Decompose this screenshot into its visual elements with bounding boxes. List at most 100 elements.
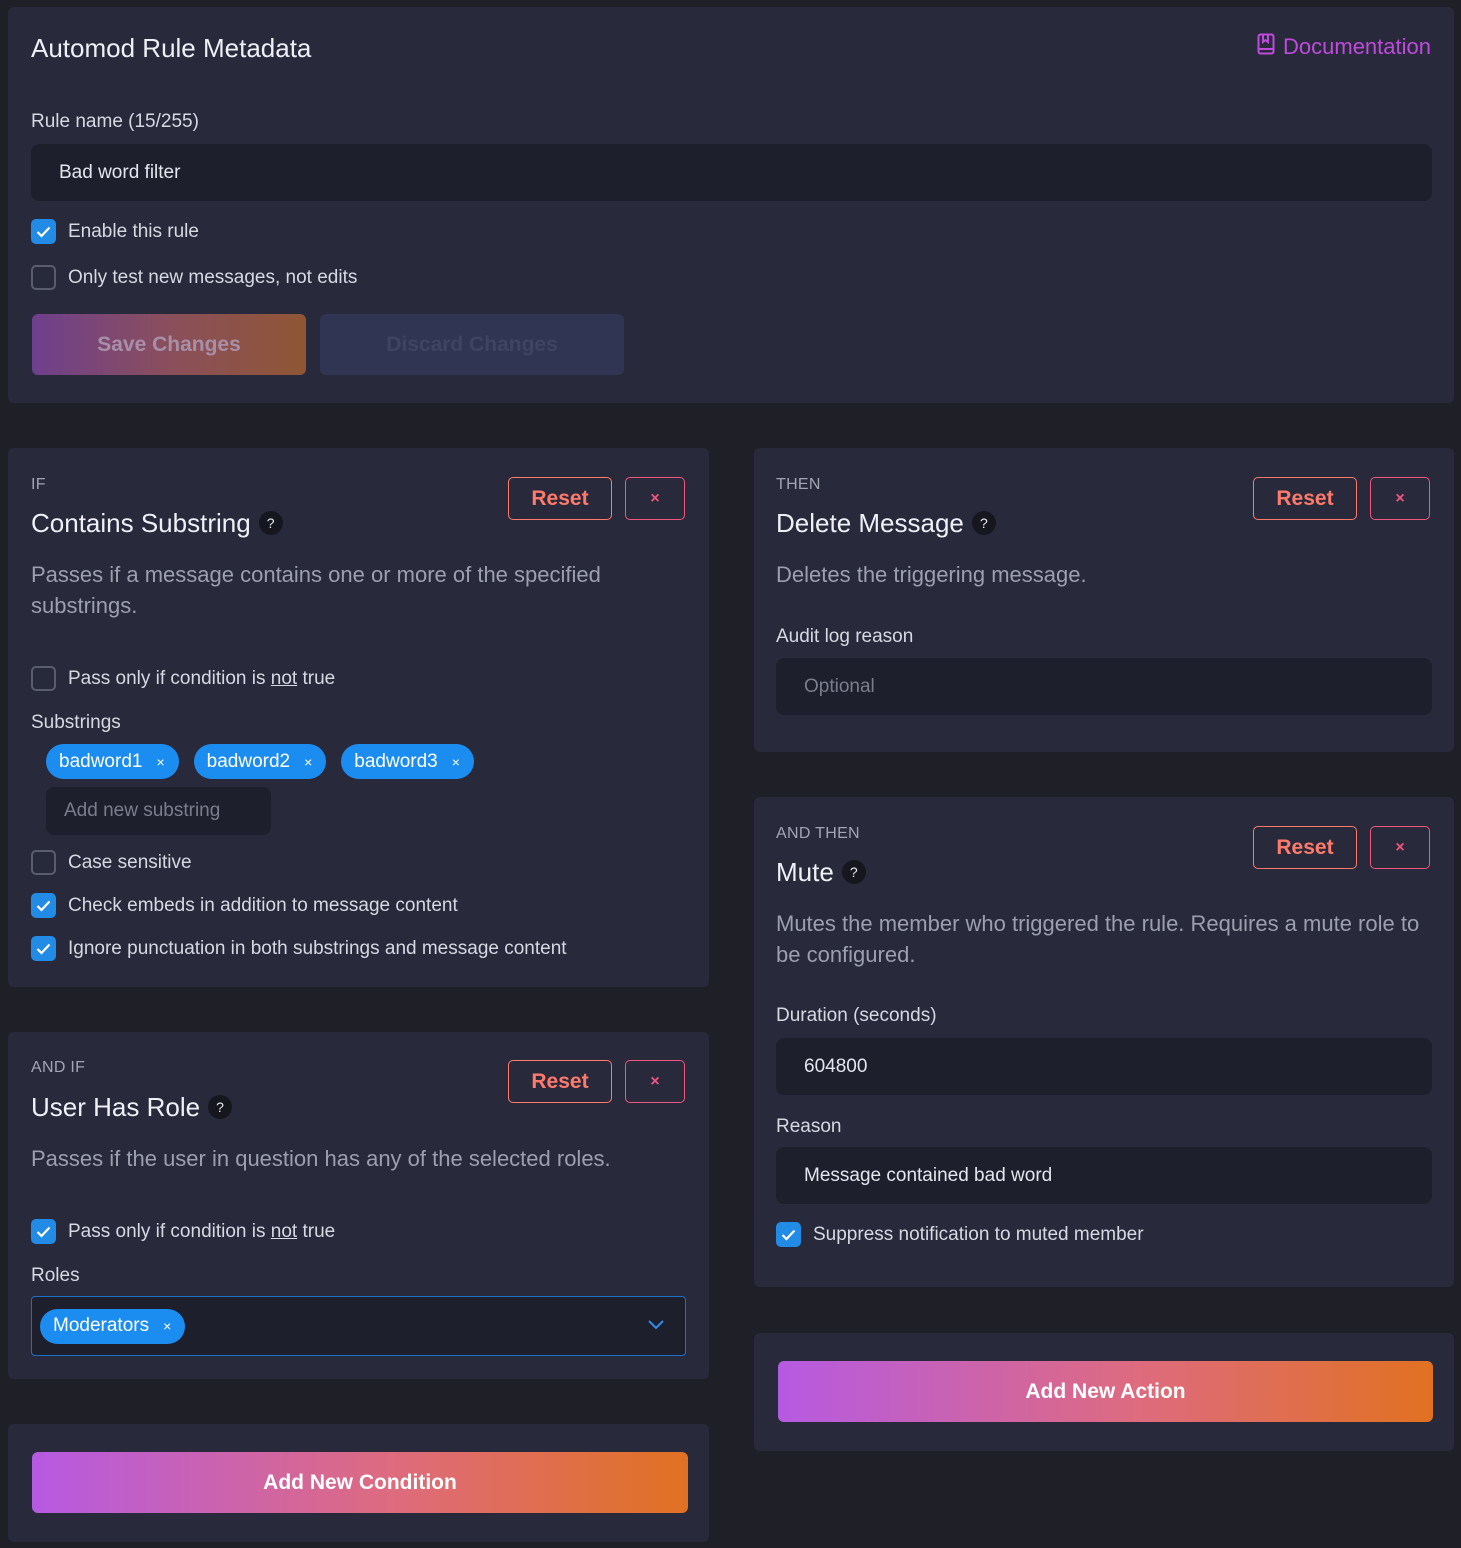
suppress-notification-checkbox[interactable] [776, 1222, 801, 1247]
add-condition-button[interactable]: Add New Condition [32, 1452, 688, 1513]
check-icon [781, 1229, 796, 1241]
rule-name-input[interactable]: Bad word filter [31, 144, 1432, 201]
ignore-punctuation-label: Ignore punctuation in both substrings an… [68, 937, 567, 959]
add-substring-input[interactable]: Add new substring [46, 787, 271, 835]
action-card-mute: AND THEN Mute? Reset × Mutes the member … [754, 797, 1454, 1287]
documentation-label: Documentation [1283, 34, 1431, 59]
check-embeds-row[interactable]: Check embeds in addition to message cont… [31, 893, 458, 918]
condition-kicker: AND IF [31, 1059, 86, 1076]
remove-condition-button[interactable]: × [625, 1060, 685, 1103]
only-new-label: Only test new messages, not edits [68, 266, 358, 288]
action-kicker: AND THEN [776, 825, 860, 842]
enable-rule-checkbox[interactable] [31, 219, 56, 244]
check-icon [36, 226, 51, 238]
help-icon[interactable]: ? [971, 511, 996, 536]
discard-changes-button[interactable]: Discard Changes [320, 314, 624, 375]
invert-label: Pass only if condition is not true [68, 667, 336, 689]
remove-action-button[interactable]: × [1370, 477, 1430, 520]
case-sensitive-label: Case sensitive [68, 851, 192, 873]
condition-description: Passes if a message contains one or more… [31, 562, 601, 618]
check-icon [36, 900, 51, 912]
invert-checkbox[interactable] [31, 666, 56, 691]
substring-tag: badword3 × [341, 744, 474, 779]
reason-label: Reason [776, 1116, 842, 1137]
audit-log-label: Audit log reason [776, 626, 914, 647]
condition-title: User Has Role? [31, 1092, 233, 1123]
tag-close-icon[interactable]: × [452, 754, 460, 770]
action-kicker: THEN [776, 476, 821, 493]
reset-button[interactable]: Reset [1253, 826, 1357, 869]
documentation-link[interactable]: Documentation [1257, 33, 1431, 61]
action-title: Delete Message? [776, 508, 996, 539]
substrings-label: Substrings [31, 712, 121, 733]
condition-card-user-has-role: AND IF User Has Role? Reset × Passes if … [8, 1032, 709, 1379]
reason-value: Message contained bad word [804, 1164, 1053, 1186]
check-icon [36, 1226, 51, 1238]
ignore-punctuation-checkbox[interactable] [31, 936, 56, 961]
audit-log-input[interactable]: Optional [776, 658, 1432, 715]
chevron-down-icon[interactable] [647, 1317, 665, 1335]
book-icon [1257, 33, 1275, 61]
help-icon[interactable]: ? [258, 511, 283, 536]
ignore-punctuation-row[interactable]: Ignore punctuation in both substrings an… [31, 936, 567, 961]
audit-log-placeholder: Optional [804, 675, 875, 697]
substring-tags: badword1 × badword2 × badword3 × [46, 744, 474, 779]
case-sensitive-checkbox[interactable] [31, 850, 56, 875]
role-tag: Moderators × [40, 1308, 186, 1344]
invert-checkbox-row[interactable]: Pass only if condition is not true [31, 666, 335, 691]
tag-close-icon[interactable]: × [163, 1318, 171, 1334]
enable-rule-checkbox-row[interactable]: Enable this rule [31, 219, 199, 244]
condition-description: Passes if the user in question has any o… [31, 1146, 611, 1171]
tag-close-icon[interactable]: × [304, 754, 312, 770]
suppress-notification-label: Suppress notification to muted member [813, 1223, 1144, 1245]
save-changes-label: Save Changes [97, 332, 241, 356]
check-icon [36, 943, 51, 955]
discard-changes-label: Discard Changes [386, 332, 558, 356]
reset-button[interactable]: Reset [508, 477, 612, 520]
only-new-checkbox-row[interactable]: Only test new messages, not edits [31, 265, 357, 290]
remove-action-button[interactable]: × [1370, 826, 1430, 869]
action-description: Deletes the triggering message. [776, 562, 1087, 587]
help-icon[interactable]: ? [208, 1095, 233, 1120]
action-title-text: Delete Message [776, 508, 964, 538]
add-substring-placeholder: Add new substring [64, 800, 221, 821]
add-action-button[interactable]: Add New Action [778, 1361, 1433, 1422]
save-changes-button[interactable]: Save Changes [32, 314, 306, 375]
only-new-checkbox[interactable] [31, 265, 56, 290]
roles-label: Roles [31, 1265, 80, 1286]
condition-title-text: Contains Substring [31, 508, 251, 538]
substring-tag: badword1 × [46, 744, 179, 779]
rule-metadata-card: Automod Rule Metadata Documentation Rule… [8, 7, 1454, 403]
invert-label: Pass only if condition is not true [68, 1220, 336, 1242]
invert-checkbox[interactable] [31, 1219, 56, 1244]
duration-value: 604800 [804, 1055, 868, 1077]
suppress-notification-row[interactable]: Suppress notification to muted member [776, 1222, 1144, 1247]
add-condition-label: Add New Condition [263, 1470, 457, 1494]
remove-condition-button[interactable]: × [625, 477, 685, 520]
action-title: Mute? [776, 857, 866, 888]
reset-button[interactable]: Reset [1253, 477, 1357, 520]
roles-select[interactable]: Moderators × [31, 1296, 686, 1356]
duration-label: Duration (seconds) [776, 1005, 937, 1026]
help-icon[interactable]: ? [841, 860, 866, 885]
reset-button[interactable]: Reset [508, 1060, 612, 1103]
duration-input[interactable]: 604800 [776, 1038, 1432, 1095]
check-embeds-checkbox[interactable] [31, 893, 56, 918]
action-card-delete-message: THEN Delete Message? Reset × Deletes the… [754, 448, 1454, 752]
condition-card-contains-substring: IF Contains Substring? Reset × Passes if… [8, 448, 709, 987]
case-sensitive-row[interactable]: Case sensitive [31, 850, 192, 875]
enable-rule-label: Enable this rule [68, 220, 199, 242]
tag-close-icon[interactable]: × [156, 754, 164, 770]
action-description: Mutes the member who triggered the rule.… [776, 911, 1420, 967]
condition-kicker: IF [31, 476, 46, 493]
rule-name-value: Bad word filter [59, 161, 181, 183]
reason-input[interactable]: Message contained bad word [776, 1147, 1432, 1204]
invert-checkbox-row[interactable]: Pass only if condition is not true [31, 1219, 335, 1244]
action-title-text: Mute [776, 857, 834, 887]
page-title: Automod Rule Metadata [31, 33, 312, 63]
condition-title: Contains Substring? [31, 508, 283, 539]
rule-name-label: Rule name (15/255) [31, 111, 199, 132]
add-condition-card: Add New Condition [8, 1424, 709, 1542]
add-action-card: Add New Action [754, 1333, 1454, 1451]
substring-tag: badword2 × [193, 744, 327, 779]
